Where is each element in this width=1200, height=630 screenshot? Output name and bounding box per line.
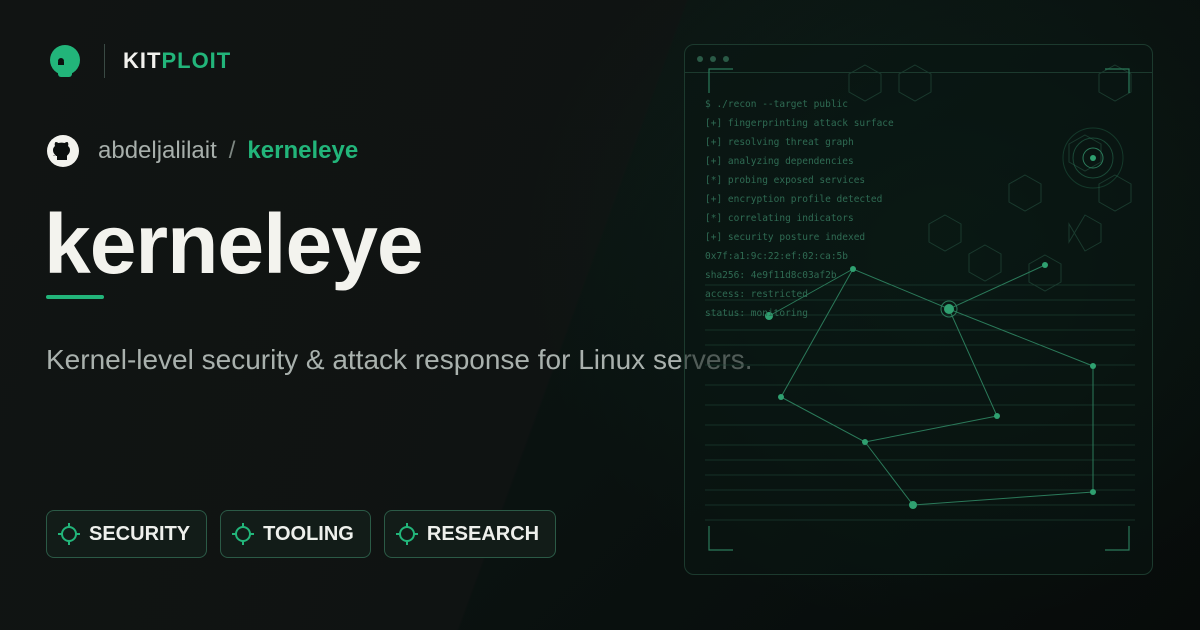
- logo-divider: [104, 44, 105, 78]
- tag-research[interactable]: RESEARCH: [383, 510, 557, 558]
- terminal-line: [*] probing exposed services: [705, 175, 866, 186]
- brand-logo[interactable]: KITPLOIT: [46, 42, 231, 80]
- brand-name: KITPLOIT: [123, 48, 232, 73]
- tag-security[interactable]: SECURITY: [46, 510, 208, 558]
- terminal-line: [+] fingerprinting attack surface: [705, 118, 894, 129]
- terminal-line: status: monitoring: [705, 308, 808, 319]
- repo-breadcrumb: abdeljalilait / kerneleye: [46, 134, 358, 168]
- terminal-panel: $ ./recon --target public [+] fingerprin…: [684, 44, 1153, 575]
- tag-list: SECURITY TOOLING RESEARCH: [46, 510, 569, 558]
- terminal-line: [+] analyzing dependencies: [705, 156, 854, 167]
- terminal-line: [+] encryption profile detected: [705, 194, 883, 205]
- terminal-line: sha256: 4e9f11d8c03af2b: [705, 270, 837, 281]
- title-underline: [46, 295, 104, 299]
- repo-description: Kernel-level security & attack response …: [46, 344, 753, 375]
- repo-separator: /: [228, 137, 236, 164]
- crosshair-icon: [232, 523, 255, 545]
- tag-tooling[interactable]: TOOLING: [220, 510, 371, 558]
- terminal-line: access: restricted: [705, 289, 808, 300]
- terminal-line: [+] security posture indexed: [705, 232, 866, 243]
- crosshair-icon: [395, 523, 418, 545]
- tag-label: RESEARCH: [426, 522, 540, 545]
- github-icon: [47, 135, 79, 167]
- terminal-output: $ ./recon --target public [+] fingerprin…: [705, 95, 894, 323]
- repo-owner[interactable]: abdeljalilait: [98, 137, 217, 165]
- terminal-line: [*] correlating indicators: [705, 213, 854, 224]
- repo-name[interactable]: kerneleye: [247, 137, 358, 165]
- terminal-line: [+] resolving threat graph: [705, 137, 854, 148]
- terminal-line: $ ./recon --target public: [705, 99, 848, 110]
- tag-label: TOOLING: [263, 522, 354, 545]
- terminal-line: 0x7f:a1:9c:22:ef:02:ca:5b: [705, 251, 848, 262]
- kitploit-logo-icon: [50, 45, 80, 77]
- crosshair-icon: [58, 523, 80, 545]
- tag-label: SECURITY: [89, 522, 191, 545]
- page-title: kerneleye: [44, 197, 424, 291]
